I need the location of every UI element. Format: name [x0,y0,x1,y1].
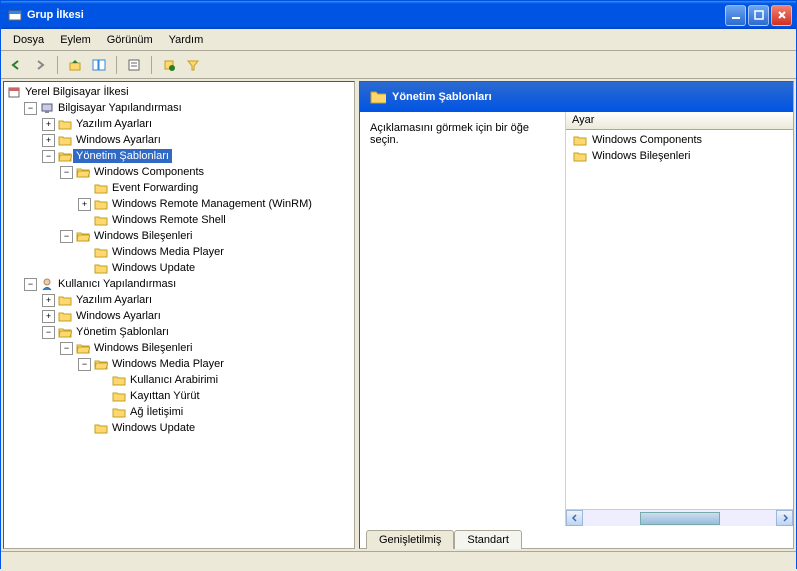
computer-icon [39,101,55,115]
folder-icon [93,213,109,227]
scroll-right-button[interactable] [776,510,793,526]
tree-computer-config[interactable]: − Bilgisayar Yapılandırması [24,100,352,116]
tree-item[interactable]: Windows Update [78,260,352,276]
policy-icon [6,85,22,99]
folder-icon [111,389,127,403]
folder-icon [111,405,127,419]
folder-icon [572,133,588,147]
tree-item[interactable]: +Windows Remote Management (WinRM) [78,196,352,212]
folder-icon [93,181,109,195]
tree-item[interactable]: +Windows Ayarları [42,132,352,148]
folder-open-icon [57,149,73,163]
list-item[interactable]: Windows Components [568,132,791,148]
export-button[interactable] [158,54,180,76]
back-button[interactable] [5,54,27,76]
folder-open-icon [75,229,91,243]
tree-item[interactable]: Kullanıcı Arabirimi [96,372,352,388]
menu-action[interactable]: Eylem [52,31,99,49]
menubar: Dosya Eylem Görünüm Yardım [1,29,796,51]
folder-icon [370,90,386,104]
show-hide-tree-button[interactable] [88,54,110,76]
tree-item[interactable]: Windows Remote Shell [78,212,352,228]
menu-file[interactable]: Dosya [5,31,52,49]
close-button[interactable] [771,5,792,26]
tree-panel[interactable]: Yerel Bilgisayar İlkesi − Bilgisayar Yap… [3,81,355,549]
tree-root[interactable]: Yerel Bilgisayar İlkesi [6,84,352,100]
folder-open-icon [93,357,109,371]
tree-item[interactable]: −Yönetim Şablonları [42,324,352,340]
tree-admin-templates[interactable]: −Yönetim Şablonları [42,148,352,164]
titlebar: Grup İlkesi [1,1,796,29]
tree-item[interactable]: Event Forwarding [78,180,352,196]
tab-extended[interactable]: Genişletilmiş [366,530,454,549]
folder-open-icon [75,341,91,355]
menu-help[interactable]: Yardım [161,31,212,49]
user-icon [39,277,55,291]
tree-item[interactable]: Windows Media Player [78,244,352,260]
tree-item[interactable]: Kayıttan Yürüt [96,388,352,404]
tree-item[interactable]: Ağ İletişimi [96,404,352,420]
scroll-thumb[interactable] [640,512,720,525]
scroll-left-button[interactable] [566,510,583,526]
folder-open-icon [75,165,91,179]
details-panel: Yönetim Şablonları Açıklamasını görmek i… [359,81,794,549]
folder-icon [57,293,73,307]
tree-user-config[interactable]: − Kullanıcı Yapılandırması [24,276,352,292]
folder-icon [57,309,73,323]
statusbar [1,551,796,571]
folder-icon [111,373,127,387]
minimize-button[interactable] [725,5,746,26]
tree-item[interactable]: +Windows Ayarları [42,308,352,324]
panel-header: Yönetim Şablonları [360,82,793,112]
folder-icon [93,421,109,435]
folder-open-icon [57,325,73,339]
folder-icon [93,197,109,211]
toolbar [1,51,796,79]
folder-icon [572,149,588,163]
tree-item[interactable]: Windows Update [78,420,352,436]
forward-button[interactable] [29,54,51,76]
menu-view[interactable]: Görünüm [99,31,161,49]
maximize-button[interactable] [748,5,769,26]
folder-icon [57,117,73,131]
tree-item[interactable]: −Windows Media Player [78,356,352,372]
folder-icon [57,133,73,147]
tree-item[interactable]: −Windows Bileşenleri [60,340,352,356]
tree-item[interactable]: +Yazılım Ayarları [42,116,352,132]
list-item[interactable]: Windows Bileşenleri [568,148,791,164]
column-header[interactable]: Ayar [566,112,793,130]
filter-button[interactable] [182,54,204,76]
window-title: Grup İlkesi [27,9,84,21]
panel-description: Açıklamasını görmek için bir öğe seçin. [360,112,566,526]
list-items: Windows Components Windows Bileşenleri [566,130,793,509]
horizontal-scrollbar[interactable] [566,509,793,526]
folder-icon [93,245,109,259]
folder-icon [93,261,109,275]
tab-standard[interactable]: Standart [454,530,522,549]
up-button[interactable] [64,54,86,76]
panel-title: Yönetim Şablonları [392,91,492,103]
tabs: Genişletilmiş Standart [360,526,793,548]
tree-item[interactable]: −Windows Components [60,164,352,180]
app-icon [7,8,23,22]
main-area: Yerel Bilgisayar İlkesi − Bilgisayar Yap… [1,79,796,551]
tree-item[interactable]: −Windows Bileşenleri [60,228,352,244]
tree-item[interactable]: +Yazılım Ayarları [42,292,352,308]
properties-button[interactable] [123,54,145,76]
